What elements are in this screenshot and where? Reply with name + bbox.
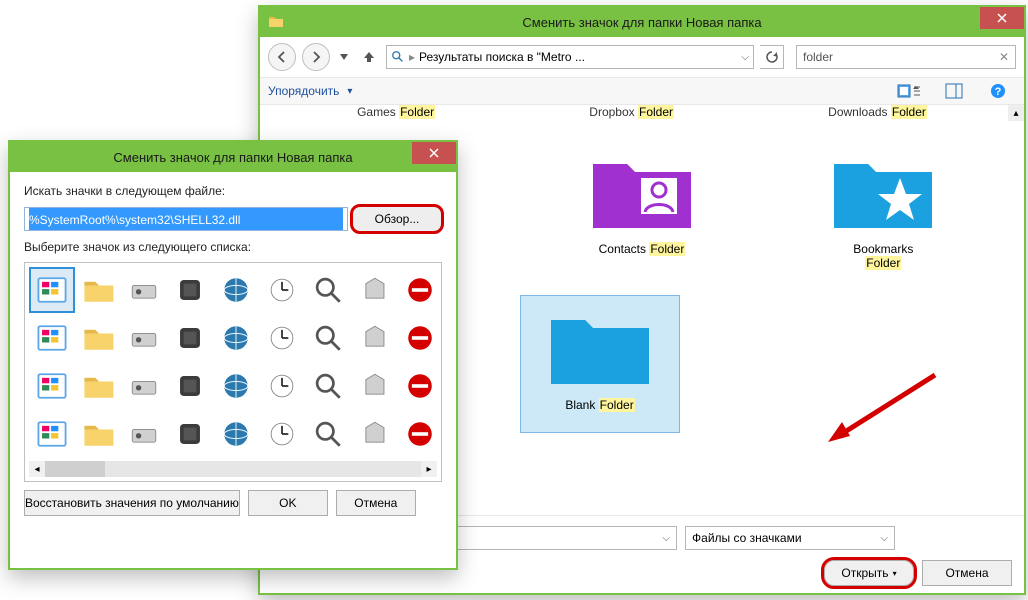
list-item[interactable]: Games Folder — [357, 105, 435, 119]
browse-button[interactable]: Обзор... — [352, 206, 442, 232]
list-item[interactable]: Dropbox Folder — [589, 105, 674, 119]
preview-pane-icon[interactable] — [936, 80, 972, 102]
icon-cell[interactable] — [261, 413, 303, 455]
icon-cell[interactable] — [261, 269, 303, 311]
icon-cell[interactable] — [307, 317, 349, 359]
chevron-down-icon: ⌵ — [662, 533, 670, 544]
address-bar[interactable]: ▸ Результаты поиска в "Metro ... ⌵ — [386, 45, 754, 69]
chevron-down-icon[interactable]: ▾ — [347, 86, 352, 97]
titlebar: Сменить значок для папки Новая папка — [260, 7, 1024, 37]
address-text: Результаты поиска в "Metro ... — [419, 50, 585, 64]
folder-tile[interactable]: Blank Folder — [520, 295, 680, 433]
icon-cell[interactable] — [307, 413, 349, 455]
icon-cell[interactable] — [31, 365, 73, 407]
horizontal-scrollbar[interactable]: ◂ ▸ — [29, 461, 437, 477]
close-button[interactable] — [980, 7, 1024, 29]
icon-cell[interactable] — [31, 413, 73, 455]
path-label: Искать значки в следующем файле: — [24, 184, 442, 198]
chevron-down-icon: ⌵ — [880, 533, 888, 544]
icon-cell[interactable] — [123, 413, 165, 455]
icon-cell[interactable] — [399, 317, 441, 359]
search-input[interactable]: folder ✕ — [796, 45, 1016, 69]
tile-caption: Blank Folder — [565, 398, 634, 412]
nav-bar: ▸ Результаты поиска в "Metro ... ⌵ folde… — [260, 37, 1024, 77]
window-title: Сменить значок для папки Новая папка — [522, 15, 761, 30]
search-icon — [391, 50, 405, 64]
icon-cell[interactable] — [307, 365, 349, 407]
list-item[interactable]: Downloads Folder — [828, 105, 927, 119]
toolbar: Упорядочить ▾ ? — [260, 77, 1024, 105]
icon-cell[interactable] — [77, 269, 119, 311]
icon-cell[interactable] — [123, 269, 165, 311]
icon-cell[interactable] — [399, 269, 441, 311]
path-input[interactable]: %SystemRoot%\system32\SHELL32.dll — [24, 207, 348, 231]
icon-cell[interactable] — [353, 317, 395, 359]
filetype-combo[interactable]: Файлы со значками ⌵ — [685, 526, 895, 550]
icon-cell[interactable] — [169, 317, 211, 359]
cancel-button[interactable]: Отмена — [336, 490, 416, 516]
icon-cell[interactable] — [77, 317, 119, 359]
open-button[interactable]: Открыть ▾ — [824, 560, 914, 586]
view-menu-icon[interactable] — [892, 80, 928, 102]
change-icon-dialog: Сменить значок для папки Новая папка Иск… — [8, 140, 458, 570]
icon-cell[interactable] — [123, 317, 165, 359]
icon-cell[interactable] — [215, 413, 257, 455]
scroll-right-button[interactable]: ▸ — [421, 461, 437, 477]
icon-cell[interactable] — [31, 317, 73, 359]
refresh-button[interactable] — [760, 45, 784, 69]
scroll-thumb[interactable] — [45, 461, 105, 477]
scroll-left-button[interactable]: ◂ — [29, 461, 45, 477]
icon-cell[interactable] — [169, 269, 211, 311]
tile-caption: Contacts Folder — [599, 242, 686, 256]
forward-button[interactable] — [302, 43, 330, 71]
folder-icon — [268, 14, 284, 30]
icon-cell[interactable] — [123, 365, 165, 407]
icon-cell[interactable] — [353, 365, 395, 407]
chevron-down-icon[interactable]: ⌵ — [741, 52, 749, 63]
list-label: Выберите значок из следующего списка: — [24, 240, 442, 254]
icon-cell[interactable] — [77, 365, 119, 407]
close-button[interactable] — [412, 142, 456, 164]
icon-cell[interactable] — [215, 365, 257, 407]
svg-text:?: ? — [995, 86, 1002, 98]
folder-tile[interactable]: BookmarksFolder — [803, 139, 963, 277]
icon-cell[interactable] — [31, 269, 73, 311]
restore-defaults-button[interactable]: Восстановить значения по умолчанию — [24, 490, 240, 516]
cancel-button[interactable]: Отмена — [922, 560, 1012, 586]
folder-tile[interactable]: Contacts Folder — [562, 139, 722, 277]
icon-cell[interactable] — [169, 413, 211, 455]
icon-cell[interactable] — [215, 269, 257, 311]
icon-cell[interactable] — [353, 413, 395, 455]
scroll-up-button[interactable]: ▴ — [1008, 105, 1024, 121]
filetype-value: Файлы со значками — [692, 531, 802, 545]
dialog-title: Сменить значок для папки Новая папка — [113, 150, 352, 165]
organize-menu[interactable]: Упорядочить — [268, 84, 339, 98]
chevron-right-icon: ▸ — [409, 50, 415, 64]
icon-cell[interactable] — [261, 317, 303, 359]
icon-cell[interactable] — [307, 269, 349, 311]
ok-button[interactable]: OK — [248, 490, 328, 516]
up-button[interactable] — [358, 46, 380, 68]
icon-cell[interactable] — [215, 317, 257, 359]
titlebar: Сменить значок для папки Новая папка — [10, 142, 456, 172]
tile-caption: BookmarksFolder — [853, 242, 913, 270]
icon-cell[interactable] — [353, 269, 395, 311]
icon-cell[interactable] — [399, 365, 441, 407]
icon-cell[interactable] — [169, 365, 211, 407]
search-value: folder — [803, 50, 833, 64]
icon-cell[interactable] — [261, 365, 303, 407]
recent-locations-button[interactable] — [336, 43, 352, 71]
icon-cell[interactable] — [399, 413, 441, 455]
clear-search-icon[interactable]: ✕ — [999, 50, 1009, 64]
icon-grid: ◂ ▸ — [24, 262, 442, 482]
help-icon[interactable]: ? — [980, 80, 1016, 102]
back-button[interactable] — [268, 43, 296, 71]
icon-cell[interactable] — [77, 413, 119, 455]
